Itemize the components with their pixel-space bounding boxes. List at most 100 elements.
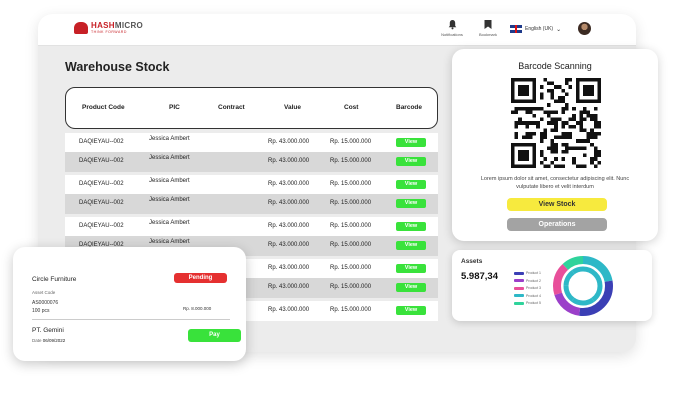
divider bbox=[32, 319, 230, 320]
qr-module bbox=[590, 128, 594, 132]
qr-module bbox=[583, 117, 587, 122]
qr-module bbox=[539, 92, 544, 96]
qr-module bbox=[561, 150, 565, 154]
view-button[interactable]: View bbox=[396, 241, 426, 250]
qr-module bbox=[518, 117, 522, 122]
qr-module bbox=[561, 124, 565, 129]
qr-module bbox=[529, 135, 533, 140]
value-cell: Rp. 43.000.000 bbox=[268, 307, 310, 313]
qr-module bbox=[554, 164, 558, 168]
qr-module bbox=[593, 106, 598, 111]
qr-module bbox=[539, 132, 544, 136]
qr-module bbox=[593, 114, 598, 118]
view-button[interactable]: View bbox=[396, 264, 426, 273]
table-row[interactable]: DAQIEYAU--002 Jessica Ambert Rp. 43.000.00… bbox=[65, 152, 438, 172]
table-row[interactable]: DAQIEYAU--002 Jessica Ambert Rp. 43.000.00… bbox=[65, 175, 438, 195]
qr-module bbox=[547, 81, 551, 86]
legend-label: Product 5 bbox=[526, 301, 541, 305]
qr-module bbox=[518, 121, 522, 125]
qr-module bbox=[539, 160, 544, 165]
qr-module bbox=[590, 160, 594, 165]
column-header-value[interactable]: Value bbox=[284, 104, 301, 111]
view-button[interactable]: View bbox=[396, 180, 426, 189]
qr-module bbox=[539, 96, 544, 100]
table-row[interactable]: DAQIEYAU--002 Jessica Ambert Rp. 43.000.00… bbox=[65, 194, 438, 214]
view-stock-button[interactable]: View Stock bbox=[507, 198, 607, 211]
qr-module bbox=[550, 128, 555, 132]
qr-module bbox=[593, 153, 598, 158]
column-header-pic[interactable]: PIC bbox=[169, 104, 180, 111]
qr-module bbox=[565, 81, 569, 86]
qr-module bbox=[547, 146, 551, 150]
qr-module bbox=[539, 153, 544, 158]
company-name: PT. Gemini bbox=[32, 327, 64, 334]
value-cell: Rp. 43.000.000 bbox=[268, 181, 310, 187]
qr-module bbox=[579, 164, 583, 168]
qr-module bbox=[557, 85, 562, 89]
column-header-barcode[interactable]: Barcode bbox=[396, 104, 422, 111]
qr-module bbox=[543, 78, 547, 82]
view-button[interactable]: View bbox=[396, 138, 426, 147]
qr-module bbox=[547, 88, 551, 93]
asset-code-label: Asset Code bbox=[32, 290, 56, 295]
table-row[interactable]: DAQIEYAU--002 Jessica Ambert Rp. 43.000.00… bbox=[65, 133, 438, 153]
qr-module bbox=[521, 106, 526, 111]
column-header-cost[interactable]: Cost bbox=[344, 104, 358, 111]
legend-swatch bbox=[514, 286, 524, 290]
qr-module bbox=[590, 157, 594, 161]
nav-bookmark[interactable]: Bookmark bbox=[468, 19, 508, 37]
qr-module bbox=[525, 106, 529, 111]
barcode-panel-title: Barcode Scanning bbox=[518, 61, 592, 71]
view-button[interactable]: View bbox=[396, 306, 426, 315]
qr-module bbox=[565, 146, 569, 150]
qr-module bbox=[554, 124, 558, 129]
view-button[interactable]: View bbox=[396, 199, 426, 208]
column-header-contract[interactable]: Contract bbox=[218, 104, 245, 111]
product-code-cell: DAQIEYAU--002 bbox=[79, 200, 124, 206]
qr-module bbox=[557, 96, 562, 100]
view-button[interactable]: View bbox=[396, 157, 426, 166]
qr-module bbox=[597, 150, 601, 154]
qr-module bbox=[521, 121, 526, 125]
qr-module bbox=[583, 164, 587, 168]
qr-module bbox=[586, 135, 591, 140]
qr-module bbox=[550, 117, 555, 122]
legend-swatch bbox=[514, 271, 524, 275]
operations-button[interactable]: Operations bbox=[507, 218, 607, 231]
qr-module bbox=[583, 139, 587, 143]
qr-module bbox=[561, 88, 565, 93]
qr-module bbox=[579, 124, 583, 129]
qr-module bbox=[561, 99, 565, 104]
logo-name-second: MICRO bbox=[114, 21, 144, 30]
asset-code: AS0000076 bbox=[32, 300, 59, 306]
pay-button[interactable]: Pay bbox=[188, 329, 241, 342]
qr-module bbox=[532, 132, 537, 136]
qr-module bbox=[593, 150, 598, 154]
qr-module bbox=[554, 157, 558, 161]
qr-module bbox=[568, 78, 573, 82]
logo-text: HASHMICRO THINK FORWARD bbox=[91, 22, 143, 35]
furniture-name: Circle Furniture bbox=[32, 276, 77, 283]
qr-module bbox=[539, 117, 544, 122]
qr-module bbox=[550, 142, 555, 147]
qr-module bbox=[586, 114, 591, 118]
qr-module bbox=[543, 110, 547, 114]
legend-label: Product 1 bbox=[526, 271, 541, 275]
pic-cell: Jessica Ambert bbox=[149, 197, 190, 203]
qr-module bbox=[586, 132, 591, 136]
qr-module bbox=[554, 117, 558, 122]
qr-module bbox=[565, 142, 569, 147]
qr-module bbox=[565, 121, 569, 125]
logo[interactable]: HASHMICRO THINK FORWARD bbox=[74, 22, 143, 35]
qr-module bbox=[565, 135, 569, 140]
view-button[interactable]: View bbox=[396, 222, 426, 231]
qr-module bbox=[539, 106, 544, 111]
column-header-product-code[interactable]: Product Code bbox=[82, 104, 125, 111]
nav-notifications[interactable]: Notifications bbox=[432, 19, 472, 37]
avatar[interactable] bbox=[578, 22, 591, 35]
table-row[interactable]: DAQIEYAU--002 Jessica Ambert Rp. 43.000.00… bbox=[65, 217, 438, 237]
uk-flag-icon bbox=[510, 25, 522, 33]
language-selector[interactable]: English (UK) ⌄ bbox=[510, 25, 561, 33]
view-button[interactable]: View bbox=[396, 283, 426, 292]
qr-module bbox=[539, 85, 544, 89]
